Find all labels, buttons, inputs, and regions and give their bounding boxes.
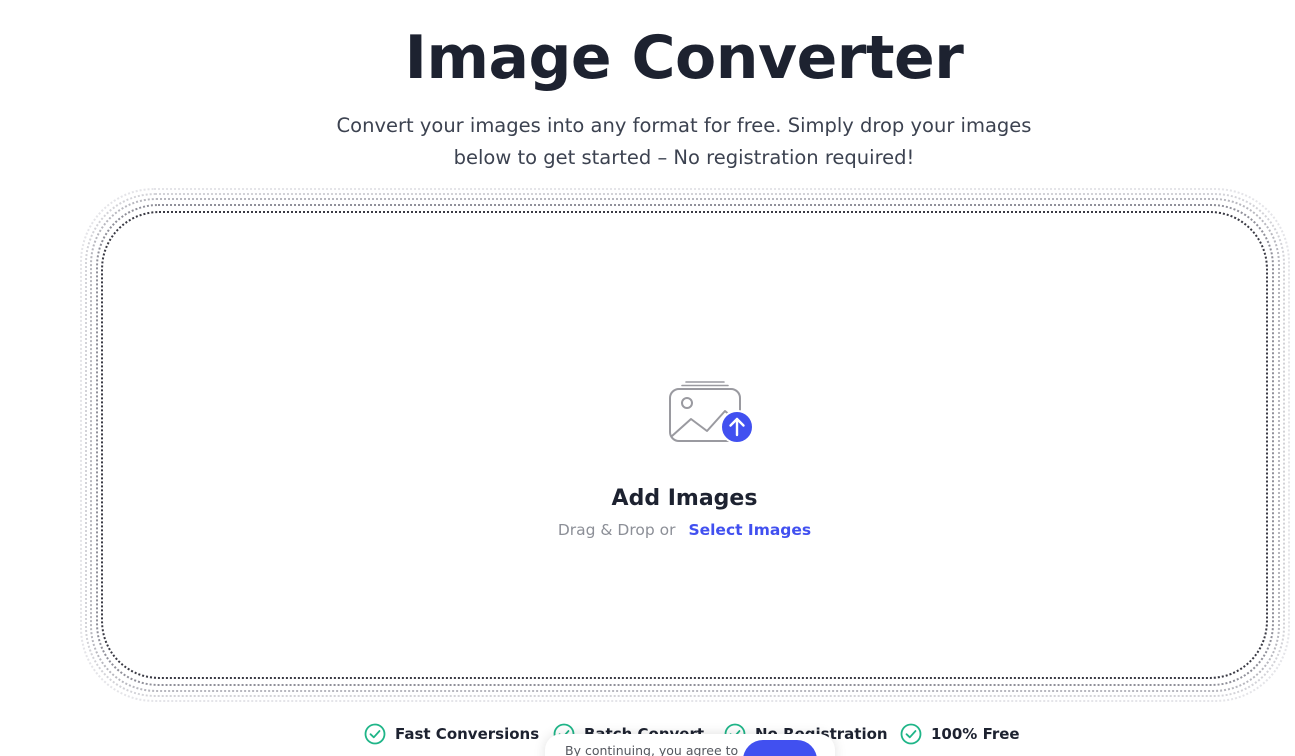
check-circle-icon	[900, 723, 922, 745]
feature-free: 100% Free	[900, 720, 1020, 748]
check-circle-icon	[364, 723, 386, 745]
cookie-consent-text: By continuing, you agree to	[565, 743, 739, 756]
feature-label: Fast Conversions	[395, 725, 540, 743]
image-upload-icon	[669, 381, 754, 444]
subtitle-line-1: Convert your images into any format for …	[336, 114, 1032, 137]
subtitle-line-2: below to get started – No registration r…	[453, 146, 915, 169]
drop-instructions: Drag & Drop or Select Images	[101, 519, 1268, 541]
dropzone[interactable]: Add Images Drag & Drop or Select Images	[80, 188, 1290, 702]
feature-fast-conversions: Fast Conversions	[364, 720, 539, 748]
add-images-title: Add Images	[611, 486, 758, 511]
cookie-consent-button[interactable]: Sh	[743, 740, 817, 756]
cookie-consent-bar: By continuing, you agree to Sh	[545, 734, 835, 756]
drag-drop-text: Drag & Drop or	[557, 521, 676, 539]
page-title: Image Converter	[404, 23, 964, 93]
page-subtitle: Convert your images into any format for …	[0, 110, 1295, 174]
image-converter-page: Image Converter Convert your images into…	[0, 0, 1295, 756]
feature-label: 100% Free	[931, 725, 1020, 743]
select-images-button[interactable]: Select Images	[688, 521, 811, 539]
dropzone-content[interactable]: Add Images Drag & Drop or Select Images	[101, 211, 1268, 679]
